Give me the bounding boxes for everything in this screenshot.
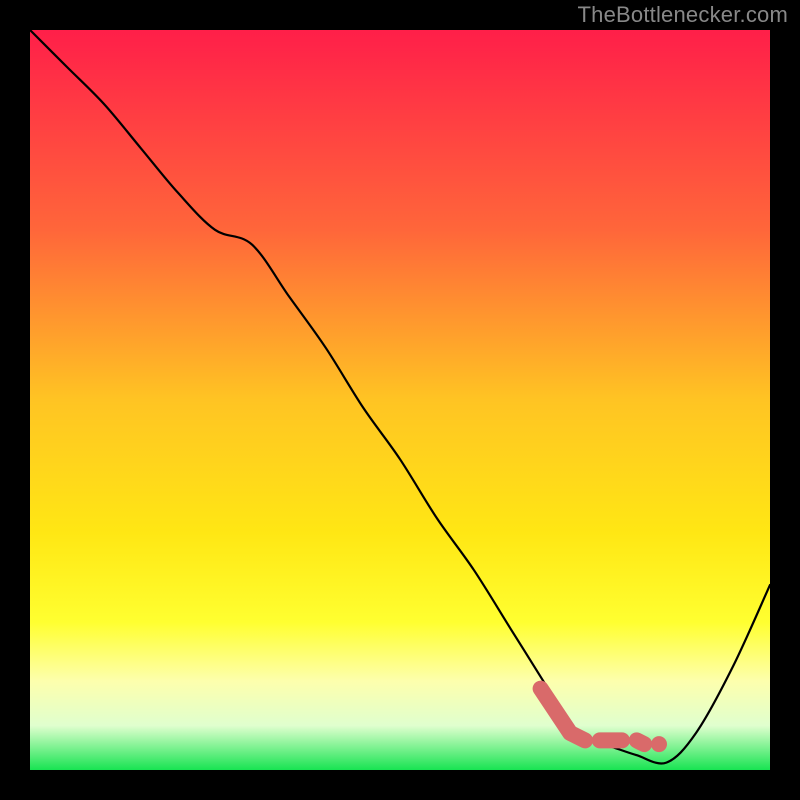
highlight-segment — [541, 689, 585, 741]
chart-container: TheBottlenecker.com — [0, 0, 800, 800]
bottleneck-curve — [30, 30, 770, 764]
watermark-text: TheBottlenecker.com — [578, 2, 788, 28]
plot-area — [30, 30, 770, 770]
highlight-markers — [541, 689, 667, 753]
highlight-segment — [637, 740, 644, 744]
curve-layer — [30, 30, 770, 770]
highlight-dot — [651, 736, 667, 752]
